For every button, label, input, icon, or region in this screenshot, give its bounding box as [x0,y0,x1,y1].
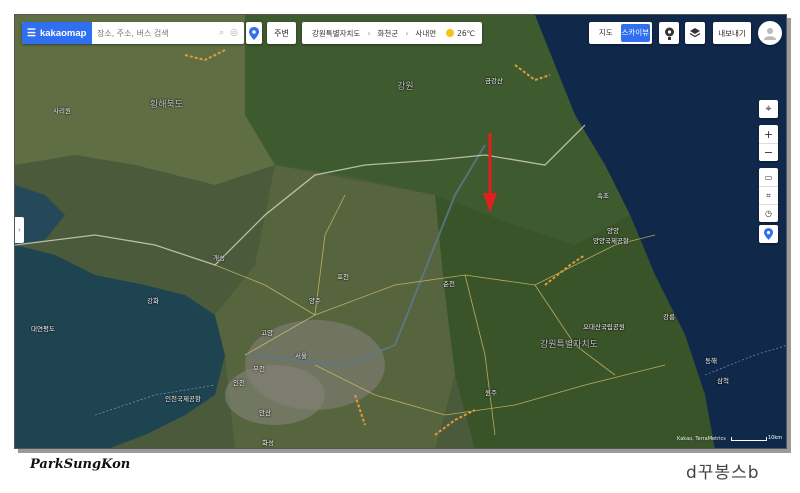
map-label: 서울 [295,352,307,360]
map-label: 인천 [233,379,245,387]
search-input[interactable] [97,28,197,38]
scale-bar [731,437,767,441]
breadcrumb: 강원특별자치도 › 화천군 › 사내면 26℃ [302,22,482,44]
measure-tools: ▭ ⌗ ◷ [759,168,778,222]
export-button[interactable]: 내보내기 [713,22,751,44]
pin-icon[interactable] [759,225,778,243]
zoom-in-icon[interactable]: + [759,125,778,143]
kakaomap-logo[interactable]: ☰ kakaomap [22,22,92,44]
map-label: 안산 [259,409,271,417]
weather: 26℃ [446,29,475,38]
zoom-out-icon[interactable]: − [759,143,778,161]
signature-right: d꾸봉스b [686,463,760,483]
map-label: 원주 [485,389,497,397]
sun-icon [446,29,455,37]
map-label: 화성 [262,439,274,447]
map-viewport[interactable]: 금강산 강원 황해북도 사리원 개성 포천 춘천 양주 고양 서울 부천 인천 … [14,14,787,449]
search-box[interactable]: ☰ kakaomap ⌕ ◎ [22,22,244,44]
chevron-right-icon: › [18,226,21,234]
map-type-skyview[interactable]: 스카이뷰 [620,24,650,42]
map-label: 금강산 [485,77,503,85]
ruler-icon[interactable]: ▭ [759,168,778,186]
map-label: 양양국제공항 [593,237,629,245]
map-label: 강릉 [663,313,675,321]
map-label: 양주 [309,297,321,305]
map-label: 동해 [705,357,717,365]
zoom-control: + − [759,125,778,161]
streetview-icon [664,27,674,40]
directions-icon[interactable]: ◎ [230,28,238,38]
breadcrumb-county[interactable]: 화천군 [378,28,399,39]
map-label: 강원 [397,82,414,92]
map-label: 포천 [337,273,349,281]
map-label: 강화 [147,297,159,305]
layers-icon [689,28,701,38]
map-label: 인천국제공항 [165,395,201,403]
my-location-button[interactable]: ⌖ [759,100,778,118]
radius-icon[interactable]: ◷ [759,204,778,222]
chevron-right-icon: › [405,28,409,38]
map-label: 고양 [261,329,273,337]
map-label: 춘천 [443,280,455,288]
temperature: 26℃ [457,28,476,38]
logo-text: kakaomap [39,27,87,39]
nearby-button[interactable]: 주변 [267,22,296,44]
map-label: 오대산국립공원 [583,323,625,331]
map-label: 속초 [597,192,609,200]
avatar[interactable] [758,21,782,45]
hamburger-icon[interactable]: ☰ [27,28,36,39]
pin-icon [249,26,259,40]
map-label: 황해북도 [150,100,184,110]
layers-button[interactable] [685,22,705,44]
map-type-map[interactable]: 지도 [591,24,621,42]
map-label: 대연평도 [31,325,55,333]
map-label: 사리원 [53,107,71,115]
map-label: 개성 [213,254,225,262]
breadcrumb-town[interactable]: 사내면 [415,28,436,39]
location-target-icon[interactable]: ⌖ [759,100,778,118]
map-type-toggle[interactable]: 지도 스카이뷰 [589,22,652,44]
breadcrumb-province[interactable]: 강원특별자치도 [312,28,360,39]
copyright: Kakao, TerraMetrics [677,436,726,442]
area-icon[interactable]: ⌗ [759,186,778,204]
signature-left: ParkSungKon [30,457,131,472]
streetview-button[interactable] [659,22,679,44]
map-label: 강원특별자치도 [540,340,598,350]
map-label: 부천 [253,365,265,373]
search-icon[interactable]: ⌕ [219,28,224,38]
scale-label: 10km [768,435,783,441]
chevron-right-icon: › [367,28,371,38]
pin-tool-button[interactable] [759,225,778,243]
side-panel-toggle[interactable]: › [15,217,24,243]
map-label: 삼척 [717,377,729,385]
location-pin-button[interactable] [246,22,262,44]
map-label: 양양 [607,227,619,235]
user-icon [764,28,776,40]
